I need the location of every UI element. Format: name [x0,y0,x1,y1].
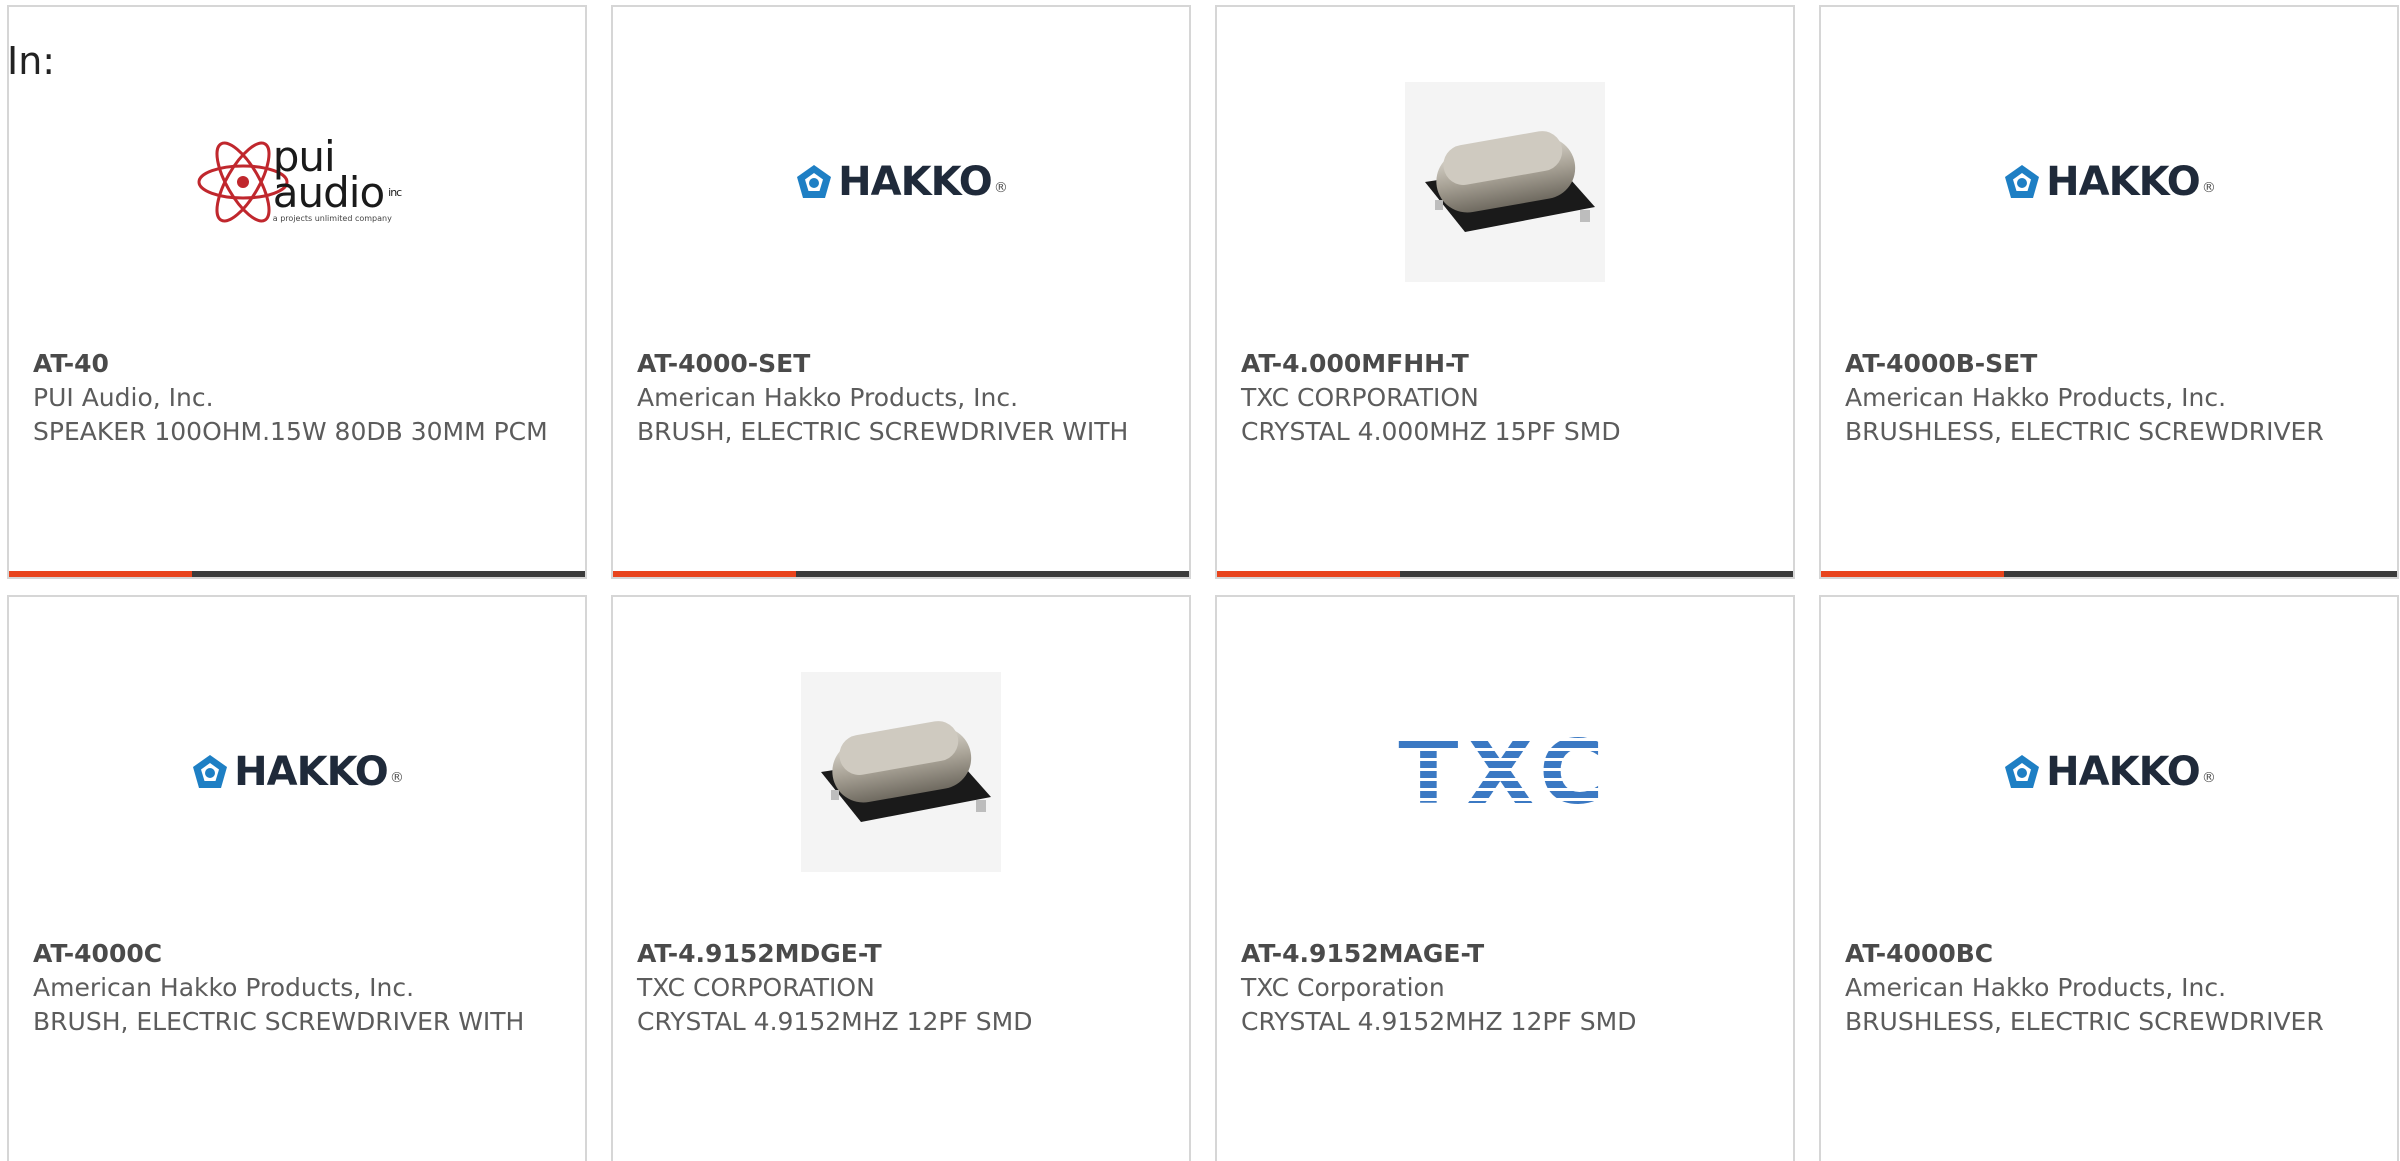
crystal-smd-photo [801,672,1001,872]
card-bottom-bar [9,571,585,577]
manufacturer: PUI Audio, Inc. [33,383,214,412]
part-number[interactable]: AT-4000C [33,937,565,971]
part-number[interactable]: AT-4.9152MAGE-T [1241,937,1773,971]
product-image[interactable]: HAKKO ® [613,77,1189,287]
registered-mark: ® [993,180,1008,196]
product-info: AT-4000C American Hakko Products, Inc. B… [33,937,565,1039]
product-image[interactable] [1217,77,1793,287]
product-card[interactable]: AT-4.000MFHH-T TXC CORPORATION CRYSTAL 4… [1215,5,1795,579]
logo-text-inc: inc [388,186,402,199]
logo-text-hakko: HAKKO [838,159,993,205]
product-info: AT-4.000MFHH-T TXC CORPORATION CRYSTAL 4… [1241,347,1773,449]
product-card[interactable]: TXC AT-4.9152MAGE-T TXC Corporation CRYS… [1215,595,1795,1161]
manufacturer: TXC Corporation [1241,973,1445,1002]
product-image[interactable]: TXC [1217,667,1793,877]
logo-tagline: a projects unlimited company [272,214,392,223]
card-bottom-bar [613,571,1189,577]
manufacturer: American Hakko Products, Inc. [637,383,1019,412]
product-info: AT-4000BC American Hakko Products, Inc. … [1845,937,2377,1039]
product-card[interactable]: AT-4.9152MDGE-T TXC CORPORATION CRYSTAL … [611,595,1191,1161]
hakko-logo: HAKKO ® [190,749,404,795]
description: SPEAKER 100OHM.15W 80DB 30MM PCM [33,417,548,446]
hakko-logo: HAKKO ® [794,159,1008,205]
logo-text-audio: audio [272,168,385,217]
logo-text-audio-line: audio inc [273,172,402,214]
part-number[interactable]: AT-4000B-SET [1845,347,2377,381]
part-number[interactable]: AT-40 [33,347,565,381]
manufacturer: American Hakko Products, Inc. [33,973,415,1002]
description: CRYSTAL 4.9152MHZ 12PF SMD [637,1007,1033,1036]
description: CRYSTAL 4.9152MHZ 12PF SMD [1241,1007,1637,1036]
product-grid: pui audio inc a projects unlimited compan… [7,5,2399,1161]
card-accent-bar [1217,571,1400,577]
manufacturer: TXC CORPORATION [637,973,875,1002]
filter-label: In: [7,39,56,83]
product-info: AT-4.9152MDGE-T TXC CORPORATION CRYSTAL … [637,937,1169,1039]
manufacturer: American Hakko Products, Inc. [1845,973,2227,1002]
product-image[interactable] [613,667,1189,877]
product-info: AT-4000-SET American Hakko Products, Inc… [637,347,1169,449]
logo-text-hakko: HAKKO [234,749,389,795]
product-image[interactable]: pui audio inc a projects unlimited compan… [9,77,585,287]
logo-text-hakko: HAKKO [2046,749,2201,795]
description: BRUSHLESS, ELECTRIC SCREWDRIVER [1845,1007,2324,1036]
crystal-smd-photo [1405,82,1605,282]
product-info: AT-4.9152MAGE-T TXC Corporation CRYSTAL … [1241,937,1773,1039]
product-card[interactable]: pui audio inc a projects unlimited compan… [7,5,587,579]
part-number[interactable]: AT-4.000MFHH-T [1241,347,1773,381]
card-accent-bar [9,571,192,577]
product-image[interactable]: HAKKO ® [1821,667,2397,877]
description: BRUSHLESS, ELECTRIC SCREWDRIVER [1845,417,2324,446]
card-accent-bar [613,571,796,577]
description: BRUSH, ELECTRIC SCREWDRIVER WITH [33,1007,525,1036]
product-card[interactable]: HAKKO ® AT-4000BC American Hakko Product… [1819,595,2399,1161]
product-results-page: In: pui audio inc a projects unlimited c… [0,0,2400,1161]
product-card[interactable]: HAKKO ® AT-4000C American Hakko Products… [7,595,587,1161]
pui-audio-wordmark: pui audio inc a projects unlimited compan… [272,136,402,225]
registered-mark: ® [2201,770,2216,786]
product-image[interactable]: HAKKO ® [9,667,585,877]
logo-text-hakko: HAKKO [2046,159,2201,205]
hakko-logo: HAKKO ® [2002,749,2216,795]
pentagon-icon [193,755,228,788]
card-bottom-bar [1217,571,1793,577]
pentagon-icon [797,165,832,198]
registered-mark: ® [2201,180,2216,196]
card-bottom-bar [1821,571,2397,577]
pui-audio-logo: pui audio inc a projects unlimited compan… [193,134,402,230]
txc-logo: TXC [1398,721,1611,824]
description: CRYSTAL 4.000MHZ 15PF SMD [1241,417,1621,446]
card-accent-bar [1821,571,2004,577]
logo-text-txc: TXC [1398,720,1612,824]
part-number[interactable]: AT-4000BC [1845,937,2377,971]
pentagon-icon [2005,755,2040,788]
product-info: AT-40 PUI Audio, Inc. SPEAKER 100OHM.15W… [33,347,565,449]
product-card[interactable]: HAKKO ® AT-4000B-SET American Hakko Prod… [1819,5,2399,579]
product-card[interactable]: HAKKO ® AT-4000-SET American Hakko Produ… [611,5,1191,579]
manufacturer: TXC CORPORATION [1241,383,1479,412]
hakko-logo: HAKKO ® [2002,159,2216,205]
registered-mark: ® [389,770,404,786]
part-number[interactable]: AT-4.9152MDGE-T [637,937,1169,971]
product-image[interactable]: HAKKO ® [1821,77,2397,287]
manufacturer: American Hakko Products, Inc. [1845,383,2227,412]
part-number[interactable]: AT-4000-SET [637,347,1169,381]
description: BRUSH, ELECTRIC SCREWDRIVER WITH [637,417,1129,446]
pentagon-icon [2005,165,2040,198]
product-info: AT-4000B-SET American Hakko Products, In… [1845,347,2377,449]
